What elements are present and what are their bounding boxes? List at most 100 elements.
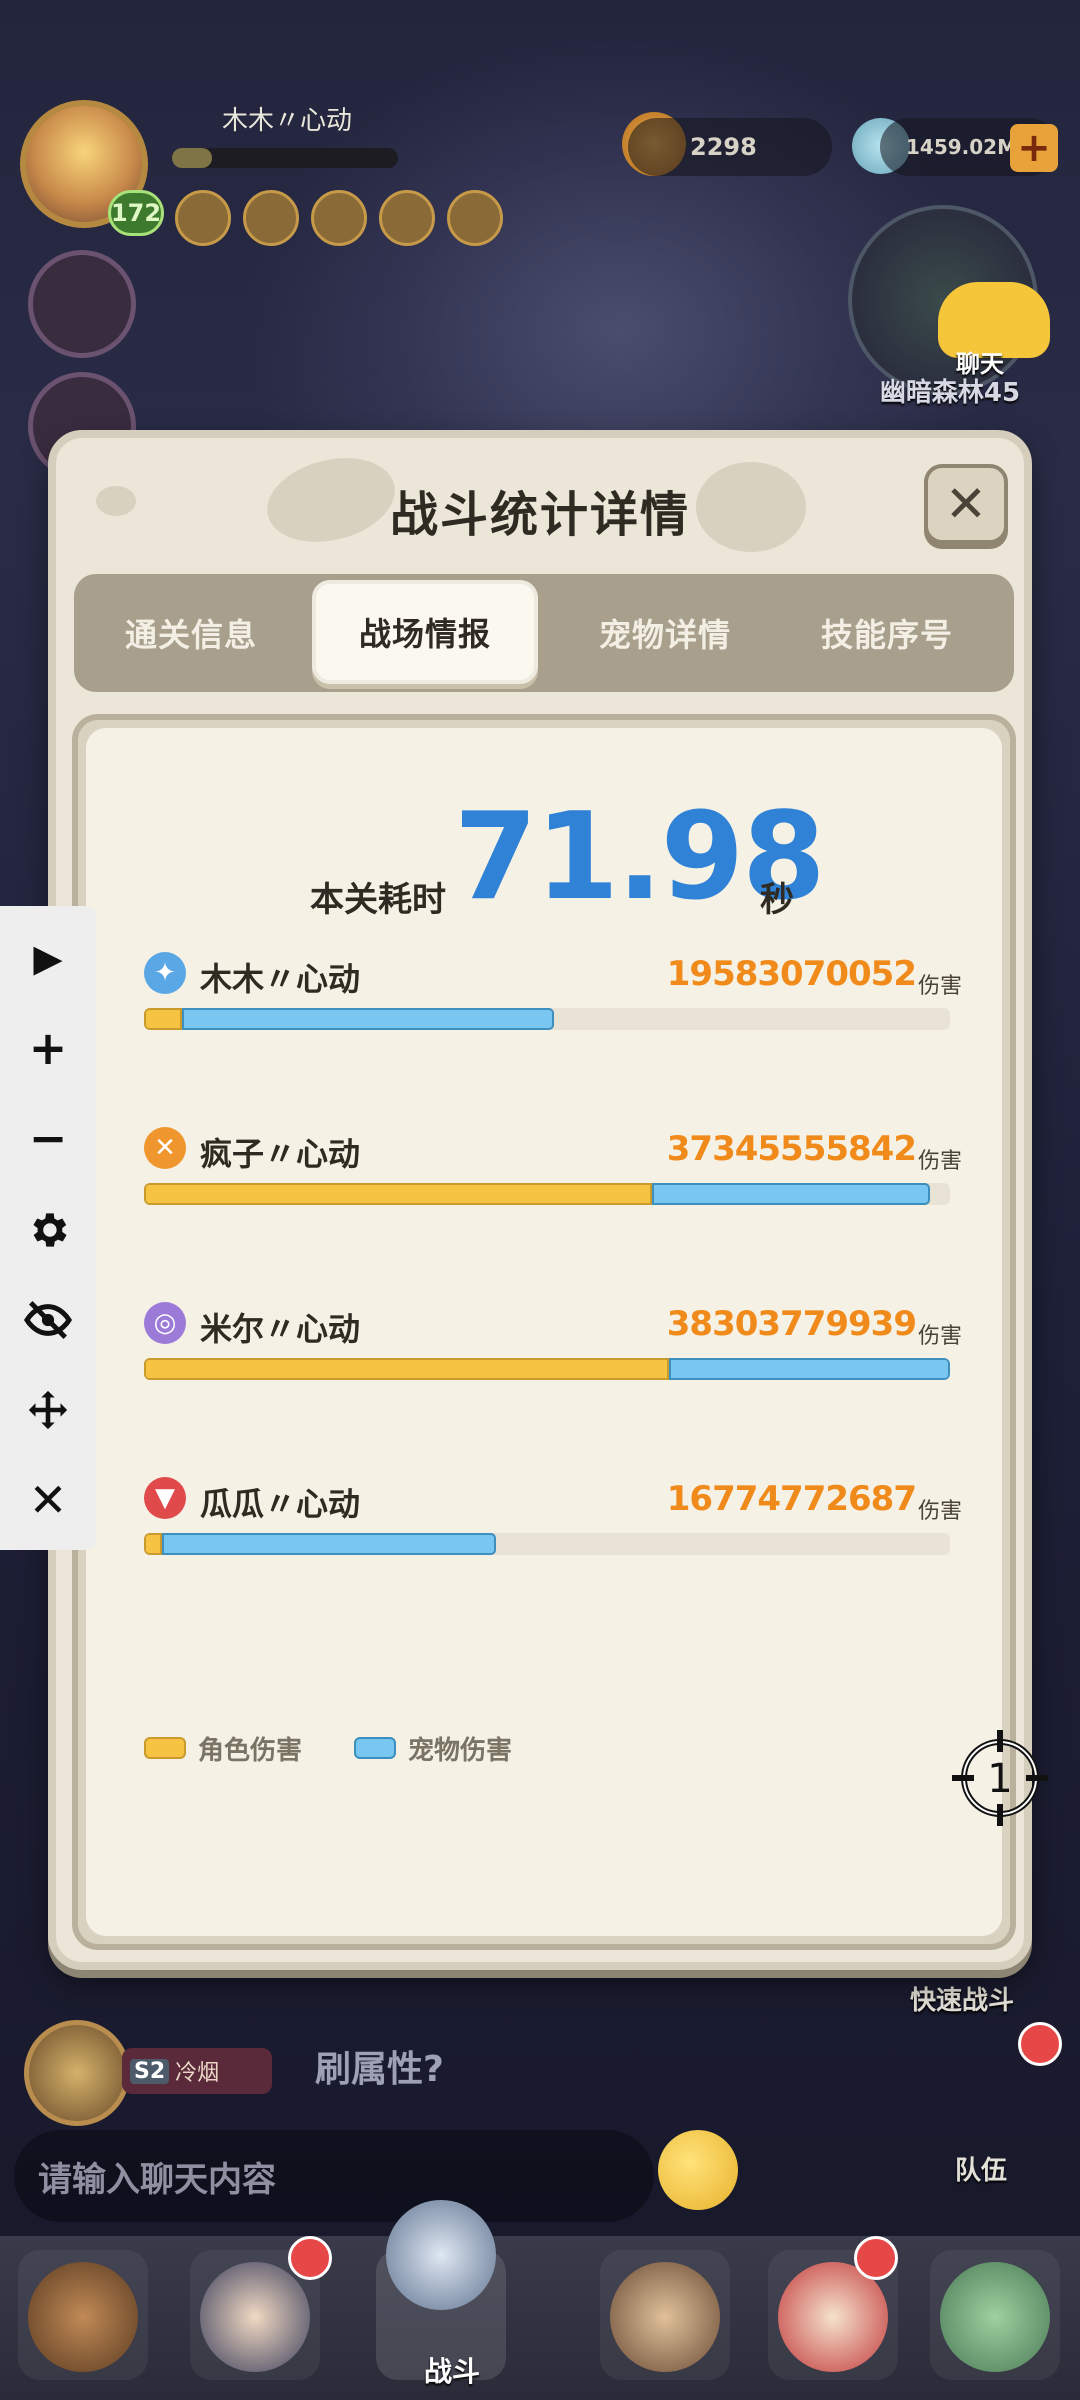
crossed-blades-icon: ✕	[144, 1127, 186, 1169]
zoom-in-button[interactable]: +	[18, 1018, 78, 1078]
player-damage-row: ▼ 瓜瓜〃心动 16774772687 伤害	[86, 1473, 1002, 1613]
player-damage-row: ◎ 米尔〃心动 38303779939 伤害	[86, 1298, 1002, 1438]
tab-battlefield-intel[interactable]: 战场情报	[312, 580, 538, 684]
damage-unit: 伤害	[917, 1499, 962, 1524]
notification-dot-icon	[288, 2236, 332, 2280]
gear-icon	[33, 1213, 67, 1247]
player-damage-value: 38303779939	[666, 1304, 917, 1344]
chat-sender-name: 冷烟	[175, 2061, 220, 2086]
buff-icon-row	[175, 190, 503, 246]
add-currency-button[interactable]: +	[1010, 124, 1058, 172]
player-level-badge: 172	[108, 190, 164, 236]
role-damage-segment	[144, 1358, 669, 1380]
tab-pet-details[interactable]: 宠物详情	[552, 574, 778, 692]
stats-panel: 本关耗时 71.98 秒 ✦ 木木〃心动 19583070052 伤害 ✕ 疯子…	[72, 714, 1016, 1950]
floating-toolbar: ▶ + − ✕	[0, 906, 96, 1550]
player-damage-row: ✦ 木木〃心动 19583070052 伤害	[86, 948, 1002, 1088]
damage-legend: 角色伤害 宠物伤害	[144, 1728, 552, 1768]
clear-time-label: 本关耗时	[310, 880, 446, 920]
pet-damage-swatch	[354, 1737, 397, 1759]
role-damage-segment	[144, 1183, 652, 1205]
plus-icon: +	[28, 1021, 68, 1075]
tab-skill-order[interactable]: 技能序号	[774, 574, 1000, 692]
player-name: 瓜瓜〃心动	[200, 1485, 361, 1523]
chat-sender-tag: S2 冷烟	[122, 2048, 272, 2094]
player-name: 疯子〃心动	[200, 1135, 361, 1173]
clear-time-row: 本关耗时 71.98 秒	[86, 788, 1002, 927]
pet-damage-segment	[652, 1183, 930, 1205]
move-icon	[28, 1390, 68, 1430]
red-fang-icon: ▼	[144, 1477, 186, 1519]
damage-unit: 伤害	[917, 1324, 962, 1349]
player-damage-value: 37345555842	[666, 1129, 917, 1169]
player-damage-row: ✕ 疯子〃心动 37345555842 伤害	[86, 1123, 1002, 1263]
emoji-button-icon[interactable]	[658, 2130, 738, 2210]
player-name: 木木〃心动	[222, 106, 353, 136]
role-damage-segment	[144, 1533, 162, 1555]
player-name: 木木〃心动	[200, 960, 361, 998]
chat-button-label[interactable]: 聊天	[930, 344, 1030, 379]
season-badge: S2	[130, 2058, 170, 2084]
buff-icon[interactable]	[243, 190, 299, 246]
svg-text:1: 1	[987, 1756, 1012, 1802]
shell-currency-amount: 2298	[628, 118, 832, 176]
settings-button[interactable]	[18, 1200, 78, 1260]
close-icon: ✕	[28, 1473, 68, 1527]
clear-time-unit: 秒	[760, 880, 794, 920]
damage-unit: 伤害	[917, 974, 962, 999]
pet-damage-segment	[182, 1008, 554, 1030]
ice-swirl-icon: ✦	[144, 952, 186, 994]
player-damage-value: 19583070052	[666, 954, 917, 994]
nav-pets-icon	[28, 2262, 138, 2372]
buff-icon[interactable]	[311, 190, 367, 246]
play-button[interactable]: ▶	[18, 928, 78, 988]
close-icon: ✕	[945, 475, 987, 533]
nav-battle-label: 战斗	[424, 2355, 481, 2388]
team-button[interactable]: 队伍	[955, 2150, 1007, 2187]
buff-icon[interactable]	[175, 190, 231, 246]
buff-icon[interactable]	[379, 190, 435, 246]
player-damage-value: 16774772687	[666, 1479, 917, 1519]
experience-bar	[172, 148, 398, 168]
role-damage-swatch	[144, 1737, 186, 1759]
player-name: 米尔〃心动	[200, 1310, 361, 1348]
play-icon: ▶	[33, 936, 63, 980]
pet-damage-segment	[162, 1533, 496, 1555]
minus-icon: −	[28, 1111, 68, 1165]
buff-icon[interactable]	[447, 190, 503, 246]
role-damage-legend-label: 角色伤害	[198, 1735, 303, 1766]
role-damage-segment	[144, 1008, 182, 1030]
crosshair-target-icon[interactable]: 1	[950, 1728, 1050, 1828]
quick-battle-button[interactable]: 快速战斗	[910, 1980, 1014, 2017]
chat-message: 刷属性?	[315, 2049, 444, 2090]
sword-icon	[386, 2200, 496, 2310]
purple-swirl-icon: ◎	[144, 1302, 186, 1344]
nav-guild-icon	[610, 2262, 720, 2372]
tab-clear-info[interactable]: 通关信息	[78, 574, 304, 692]
damage-bar	[144, 1533, 950, 1555]
nav-heroes-icon	[200, 2262, 310, 2372]
chat-sender-avatar	[24, 2020, 130, 2126]
side-feature-icon[interactable]	[28, 250, 136, 358]
damage-bar	[144, 1358, 950, 1380]
dialog-title: 战斗统计详情	[389, 487, 690, 543]
damage-bar	[144, 1008, 950, 1030]
bottom-navigation	[0, 2236, 1080, 2400]
notification-dot-icon	[1018, 2022, 1062, 2066]
close-button[interactable]: ✕	[924, 464, 1008, 544]
tab-bar: 通关信息 战场情报 宠物详情 技能序号	[74, 574, 1014, 692]
move-button[interactable]	[18, 1380, 78, 1440]
close-toolbar-button[interactable]: ✕	[18, 1470, 78, 1530]
stats-panel-content: 本关耗时 71.98 秒 ✦ 木木〃心动 19583070052 伤害 ✕ 疯子…	[86, 728, 1002, 1936]
battle-stats-dialog: 战斗统计详情 ✕ 通关信息 战场情报 宠物详情 技能序号 本关耗时 71.98 …	[48, 430, 1032, 1970]
notification-dot-icon	[854, 2236, 898, 2280]
zoom-out-button[interactable]: −	[18, 1108, 78, 1168]
pet-damage-segment	[669, 1358, 950, 1380]
damage-unit: 伤害	[917, 1149, 962, 1174]
nav-more-icon	[940, 2262, 1050, 2372]
chat-input[interactable]: 请输入聊天内容	[14, 2130, 654, 2222]
pet-damage-legend-label: 宠物伤害	[408, 1735, 513, 1766]
damage-bar	[144, 1183, 950, 1205]
hide-button[interactable]	[18, 1290, 78, 1350]
eye-off-icon	[24, 1300, 72, 1340]
